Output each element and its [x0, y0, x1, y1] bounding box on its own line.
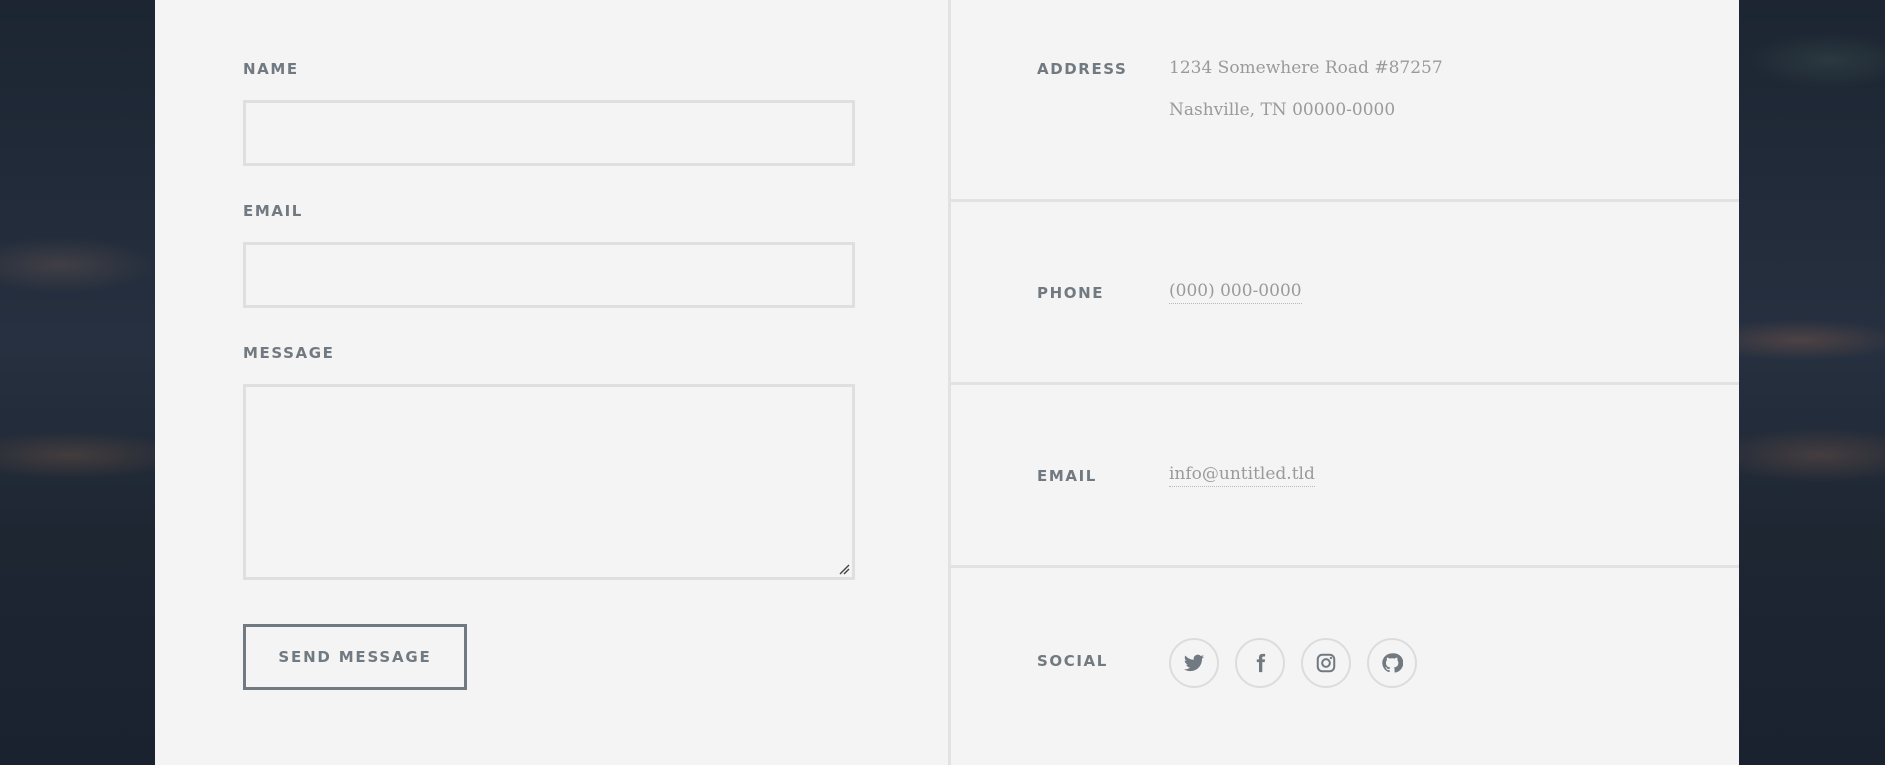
email-section: Email info@untitled.tld [951, 385, 1739, 566]
address-section: Address 1234 Somewhere Road #87257 Nashv… [951, 0, 1739, 200]
email-link[interactable]: info@untitled.tld [1169, 464, 1315, 487]
instagram-icon [1316, 653, 1336, 673]
github-icon [1382, 653, 1403, 673]
contact-form: Name Email Message Send Message [155, 0, 948, 765]
address-label: Address [1037, 60, 1128, 78]
address-line-1: 1234 Somewhere Road #87257 [1169, 58, 1443, 78]
social-label: Social [1037, 652, 1108, 670]
phone-section: Phone (000) 000-0000 [951, 202, 1739, 383]
instagram-link[interactable] [1301, 638, 1351, 688]
email-field[interactable] [243, 242, 855, 308]
send-message-button[interactable]: Send Message [243, 624, 467, 690]
phone-label: Phone [1037, 284, 1105, 302]
resize-handle-icon[interactable] [838, 563, 850, 575]
name-label: Name [243, 60, 299, 78]
social-links [1169, 638, 1417, 688]
facebook-link[interactable] [1235, 638, 1285, 688]
github-link[interactable] [1367, 638, 1417, 688]
message-textarea[interactable] [243, 384, 855, 580]
name-field[interactable] [243, 100, 855, 166]
twitter-icon [1183, 654, 1205, 672]
facebook-icon [1256, 653, 1266, 673]
contact-details: Address 1234 Somewhere Road #87257 Nashv… [951, 0, 1739, 765]
message-label: Message [243, 344, 335, 362]
email-info-label: Email [1037, 467, 1097, 485]
email-label: Email [243, 202, 303, 220]
twitter-link[interactable] [1169, 638, 1219, 688]
contact-panel: Name Email Message Send Message Address … [155, 0, 1739, 765]
address-line-2: Nashville, TN 00000-0000 [1169, 100, 1396, 120]
phone-link[interactable]: (000) 000-0000 [1169, 281, 1302, 304]
